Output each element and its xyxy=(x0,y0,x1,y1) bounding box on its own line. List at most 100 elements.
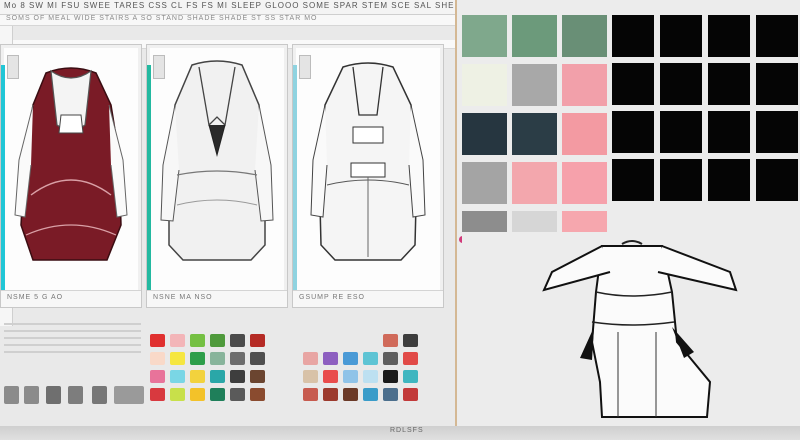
black-swatch[interactable] xyxy=(660,111,702,153)
black-swatch[interactable] xyxy=(660,63,702,105)
dress-flat-sketch[interactable] xyxy=(462,232,797,422)
color-swatch[interactable] xyxy=(190,370,205,383)
color-swatch[interactable] xyxy=(343,334,358,347)
color-swatch[interactable] xyxy=(323,370,338,383)
swatch-board xyxy=(455,0,800,426)
color-swatch[interactable] xyxy=(150,352,165,365)
black-swatch-grid xyxy=(612,15,798,201)
black-swatch[interactable] xyxy=(612,111,654,153)
color-swatch-large[interactable] xyxy=(562,162,607,204)
color-swatch[interactable] xyxy=(363,370,378,383)
color-swatch[interactable] xyxy=(383,334,398,347)
panel-caption-bar: NSME 5 G AO xyxy=(1,290,141,307)
design-panel-1[interactable]: NSME 5 G AO xyxy=(0,44,142,308)
color-swatch-large[interactable] xyxy=(462,162,507,204)
color-swatch[interactable] xyxy=(150,388,165,401)
color-swatch-large[interactable] xyxy=(462,15,507,57)
white-blazer-dress-sketch[interactable] xyxy=(147,45,287,295)
color-swatch[interactable] xyxy=(250,334,265,347)
white-belted-dress-sketch[interactable] xyxy=(293,45,443,295)
color-swatch[interactable] xyxy=(250,352,265,365)
color-swatch-large[interactable] xyxy=(512,113,557,155)
color-palette-left xyxy=(150,334,265,401)
color-swatch[interactable] xyxy=(250,370,265,383)
grey-swatch[interactable] xyxy=(24,386,39,404)
color-swatch[interactable] xyxy=(170,370,185,383)
color-swatch-large[interactable] xyxy=(512,162,557,204)
color-swatch-large[interactable] xyxy=(562,113,607,155)
design-panel-3[interactable]: GSUMP RE ESO xyxy=(292,44,444,308)
color-swatch[interactable] xyxy=(230,352,245,365)
color-swatch[interactable] xyxy=(170,388,185,401)
color-swatch[interactable] xyxy=(303,352,318,365)
color-swatch[interactable] xyxy=(190,334,205,347)
grey-swatch[interactable] xyxy=(68,386,83,404)
color-swatch[interactable] xyxy=(303,388,318,401)
burgundy-dress-sketch[interactable] xyxy=(1,45,141,295)
color-swatch[interactable] xyxy=(230,334,245,347)
color-swatch[interactable] xyxy=(383,352,398,365)
black-swatch[interactable] xyxy=(612,15,654,57)
color-swatch[interactable] xyxy=(403,352,418,365)
color-swatch[interactable] xyxy=(403,334,418,347)
color-swatch-large[interactable] xyxy=(462,64,507,106)
color-swatch[interactable] xyxy=(363,388,378,401)
color-swatch[interactable] xyxy=(190,388,205,401)
color-swatch[interactable] xyxy=(403,388,418,401)
grey-swatch[interactable] xyxy=(46,386,61,404)
color-swatch[interactable] xyxy=(170,352,185,365)
color-swatch[interactable] xyxy=(150,370,165,383)
color-swatch[interactable] xyxy=(303,370,318,383)
color-swatch[interactable] xyxy=(343,388,358,401)
color-swatch[interactable] xyxy=(170,334,185,347)
black-swatch[interactable] xyxy=(708,111,750,153)
color-swatch[interactable] xyxy=(323,388,338,401)
grey-swatch[interactable] xyxy=(114,386,144,404)
grey-swatch[interactable] xyxy=(92,386,107,404)
panel-caption: NSNE MA NSO xyxy=(153,294,213,301)
app-sub-toolbar: SOMS OF MEAL WIDE STAIRS A SO STAND SHAD… xyxy=(0,15,455,26)
color-swatch-large[interactable] xyxy=(562,15,607,57)
color-swatch-large[interactable] xyxy=(462,113,507,155)
black-swatch[interactable] xyxy=(708,15,750,57)
color-swatch[interactable] xyxy=(210,388,225,401)
panel-caption: NSME 5 G AO xyxy=(7,294,64,301)
black-swatch[interactable] xyxy=(660,159,702,201)
color-swatch[interactable] xyxy=(383,370,398,383)
color-swatch[interactable] xyxy=(363,352,378,365)
color-swatch[interactable] xyxy=(363,334,378,347)
color-swatch-large[interactable] xyxy=(562,64,607,106)
color-swatch[interactable] xyxy=(323,334,338,347)
black-swatch[interactable] xyxy=(708,159,750,201)
black-swatch[interactable] xyxy=(612,159,654,201)
color-swatch[interactable] xyxy=(230,388,245,401)
color-swatch[interactable] xyxy=(150,334,165,347)
color-swatch-large[interactable] xyxy=(512,15,557,57)
color-swatch[interactable] xyxy=(210,370,225,383)
preview-canvas[interactable] xyxy=(462,232,797,422)
black-swatch[interactable] xyxy=(756,111,798,153)
black-swatch[interactable] xyxy=(756,15,798,57)
design-panel-2[interactable]: NSNE MA NSO xyxy=(146,44,288,308)
sub-toolbar-text: SOMS OF MEAL WIDE STAIRS A SO STAND SHAD… xyxy=(6,15,318,22)
color-swatch[interactable] xyxy=(403,370,418,383)
color-swatch[interactable] xyxy=(303,334,318,347)
color-swatch[interactable] xyxy=(210,334,225,347)
black-swatch[interactable] xyxy=(612,63,654,105)
black-swatch[interactable] xyxy=(708,63,750,105)
grey-swatch[interactable] xyxy=(4,386,19,404)
color-swatch[interactable] xyxy=(343,352,358,365)
color-swatch[interactable] xyxy=(323,352,338,365)
black-swatch[interactable] xyxy=(756,63,798,105)
status-bar: RDLSFS xyxy=(0,426,800,440)
color-palette-right xyxy=(303,334,418,401)
color-swatch[interactable] xyxy=(190,352,205,365)
black-swatch[interactable] xyxy=(660,15,702,57)
color-swatch[interactable] xyxy=(343,370,358,383)
color-swatch[interactable] xyxy=(210,352,225,365)
black-swatch[interactable] xyxy=(756,159,798,201)
color-swatch[interactable] xyxy=(383,388,398,401)
color-swatch-large[interactable] xyxy=(512,64,557,106)
color-swatch[interactable] xyxy=(230,370,245,383)
color-swatch[interactable] xyxy=(250,388,265,401)
